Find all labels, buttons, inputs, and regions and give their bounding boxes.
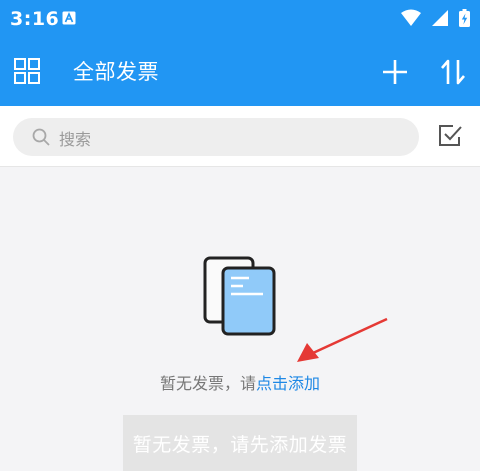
status-icons [395, 9, 470, 27]
annotation-arrow-icon [297, 317, 388, 362]
invoice-empty-icon [203, 256, 276, 336]
status-bar: 3:16 [0, 0, 480, 36]
search-placeholder: 搜索 [59, 130, 92, 149]
sort-icon[interactable] [440, 58, 466, 86]
add-invoice-button[interactable]: 暂无发票，请先添加发票 [123, 415, 357, 471]
battery-charging-icon [459, 9, 470, 27]
page-title: 全部发票 [73, 60, 159, 84]
status-time: 3:16 [10, 8, 60, 30]
search-icon [32, 128, 50, 146]
signal-icon [431, 10, 448, 26]
notification-icon [62, 11, 76, 25]
app-bar: 全部发票 [0, 36, 480, 106]
add-invoice-link[interactable]: 点击添加 [256, 374, 320, 393]
add-icon[interactable] [381, 58, 409, 86]
empty-message: 暂无发票，请点击添加 [0, 370, 480, 394]
grid-menu-icon[interactable] [14, 58, 40, 84]
search-input[interactable]: 搜索 [13, 118, 419, 156]
search-bar: 搜索 [0, 106, 480, 167]
wifi-icon [400, 9, 421, 26]
checkbox-select-icon[interactable] [438, 124, 462, 148]
empty-message-text: 暂无发票，请 [159, 374, 256, 393]
